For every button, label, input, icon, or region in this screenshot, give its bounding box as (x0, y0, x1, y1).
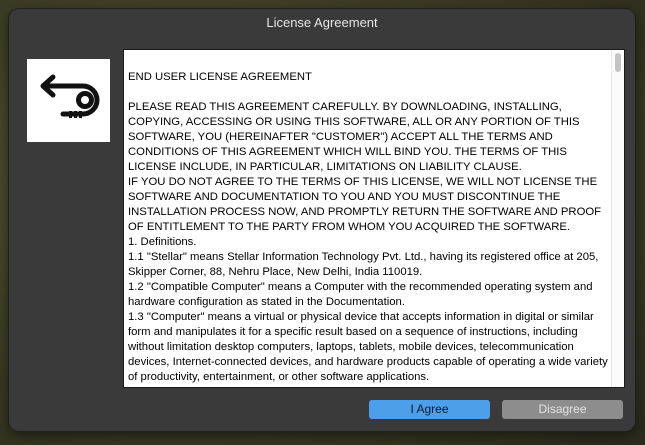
license-paragraph: PLEASE READ THIS AGREEMENT CAREFULLY. BY… (128, 101, 580, 173)
license-text-panel[interactable]: END USER LICENSE AGREEMENT PLEASE READ T… (123, 49, 625, 388)
license-paragraph: 1. Definitions. (128, 236, 197, 248)
app-logo (27, 59, 110, 142)
vertical-scrollbar[interactable] (611, 50, 624, 387)
license-paragraph: 1.2 "Compatible Computer" means a Comput… (128, 281, 593, 308)
license-heading: END USER LICENSE AGREEMENT (128, 71, 312, 83)
disagree-button[interactable]: Disagree (502, 400, 623, 419)
license-text: END USER LICENSE AGREEMENT PLEASE READ T… (128, 70, 608, 385)
license-dialog: License Agreement END USER LICENSE AGREE… (9, 9, 635, 431)
agree-button[interactable]: I Agree (369, 400, 490, 419)
stellar-logo-icon (40, 74, 100, 118)
license-paragraph: 1.1 "Stellar" means Stellar Information … (128, 251, 599, 278)
license-paragraph: IF YOU DO NOT AGREE TO THE TERMS OF THIS… (128, 176, 602, 233)
scroll-thumb[interactable] (615, 53, 621, 72)
window-title: License Agreement (266, 15, 378, 30)
license-paragraph: 1.3 "Computer" means a virtual or physic… (128, 311, 608, 383)
